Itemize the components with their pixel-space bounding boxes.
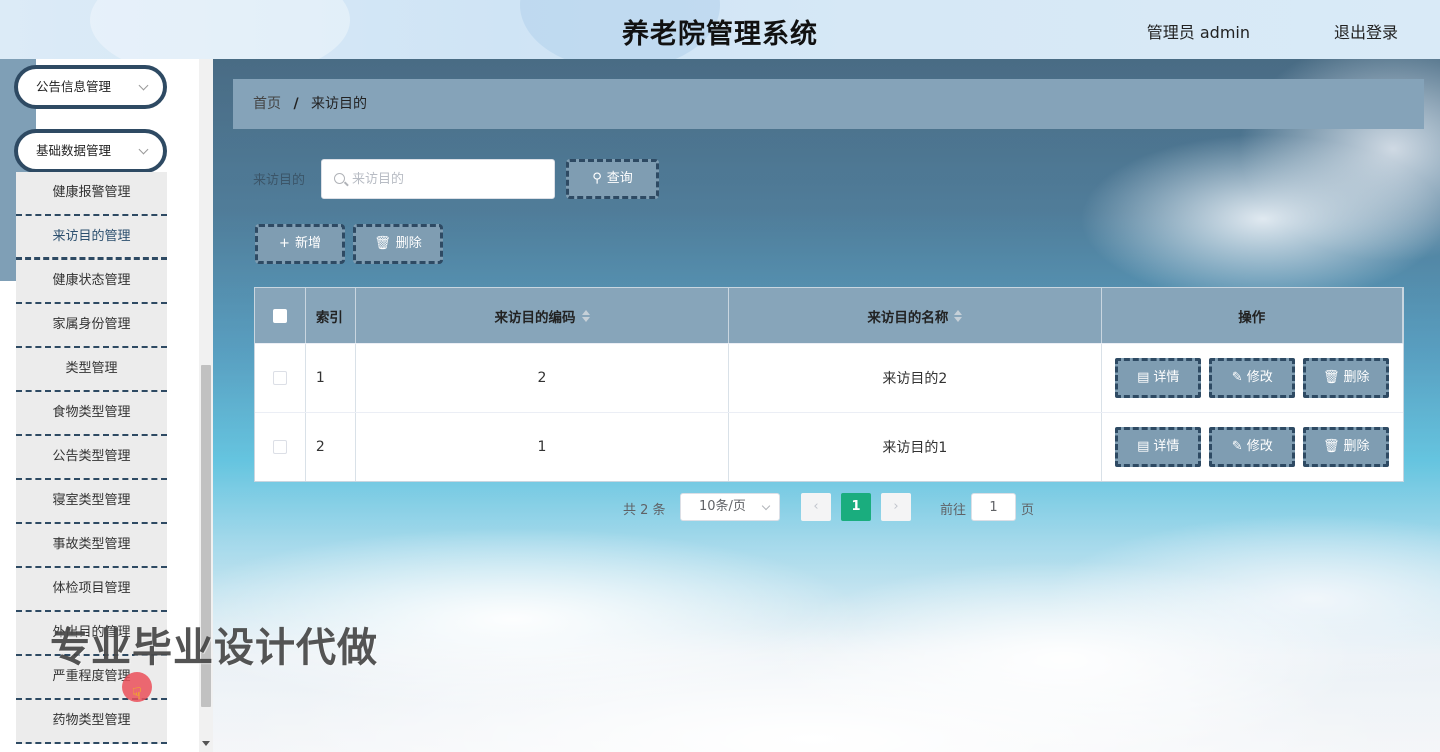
prev-page-button[interactable]: ‹ (801, 493, 831, 521)
breadcrumb-separator: / (293, 96, 299, 112)
query-button[interactable]: ⚲ 查询 (566, 159, 659, 199)
sidebar-item-family-identity[interactable]: 家属身份管理 (16, 304, 167, 348)
search-input[interactable] (352, 160, 552, 198)
batch-delete-button[interactable]: 🗑 删除 (353, 224, 443, 264)
edit-button[interactable]: ✎ 修改 (1209, 427, 1296, 467)
column-header-label: 来访目的名称 (867, 309, 949, 326)
chevron-right-icon: › (893, 499, 899, 514)
pencil-icon: ✎ (1231, 439, 1243, 454)
detail-label: 详情 (1153, 439, 1180, 454)
column-header-name[interactable]: 来访目的名称 (729, 288, 1102, 343)
sort-icon[interactable] (581, 309, 590, 322)
trash-icon: 🗑 (1323, 370, 1340, 385)
detail-label: 详情 (1153, 370, 1180, 385)
table-row: 2 1 来访目的1 ▤ 详情 ✎ 修改 🗑 删除 (255, 412, 1403, 481)
menu-basic-data[interactable]: 基础数据管理 (14, 129, 167, 173)
hand-cursor-icon: ☟ (132, 684, 142, 703)
select-all-checkbox[interactable] (272, 308, 287, 323)
delete-button[interactable]: 🗑 删除 (1303, 427, 1390, 467)
document-icon: ▤ (1137, 370, 1150, 385)
row-checkbox[interactable] (272, 440, 287, 454)
detail-button[interactable]: ▤ 详情 (1115, 358, 1202, 398)
chevron-down-icon (138, 144, 149, 155)
goto-page-input[interactable] (971, 493, 1016, 521)
goto-label: 前往 (940, 503, 967, 518)
sidebar-item-accident-type[interactable]: 事故类型管理 (16, 524, 167, 568)
row-index: 1 (306, 344, 356, 412)
search-icon (334, 173, 345, 184)
row-checkbox-cell (255, 344, 306, 412)
table-header: 索引 来访目的编码 来访目的名称 操作 (255, 288, 1403, 343)
row-code: 2 (356, 344, 730, 412)
sidebar-item-medicine-type[interactable]: 药物类型管理 (16, 700, 167, 744)
pencil-icon: ✎ (1231, 370, 1243, 385)
table-row: 1 2 来访目的2 ▤ 详情 ✎ 修改 🗑 删除 (255, 343, 1403, 412)
detail-button[interactable]: ▤ 详情 (1115, 427, 1202, 467)
column-header-label: 来访目的编码 (494, 309, 576, 326)
row-checkbox-cell (255, 413, 306, 481)
chevron-down-icon (761, 501, 771, 511)
top-header: 养老院管理系统 管理员 admin 退出登录 (0, 0, 1440, 59)
page-suffix-label: 页 (1021, 503, 1035, 518)
query-button-label: 查询 (606, 171, 633, 186)
column-header-actions: 操作 (1102, 288, 1403, 343)
logout-link[interactable]: 退出登录 (1334, 19, 1398, 43)
next-page-button[interactable]: › (881, 493, 911, 521)
edit-label: 修改 (1246, 370, 1273, 385)
row-actions: ▤ 详情 ✎ 修改 🗑 删除 (1102, 344, 1403, 412)
header-checkbox-cell (255, 288, 306, 343)
pagination: 共 2 条 10条/页 ‹ 1 › 前往 页 (213, 493, 1440, 521)
pagination-total: 共 2 条 (623, 503, 666, 518)
sidebar-item-dorm-type[interactable]: 寝室类型管理 (16, 480, 167, 524)
delete-button-label: 删除 (395, 236, 422, 251)
page-number-button[interactable]: 1 (841, 493, 871, 521)
chevron-left-icon: ‹ (813, 499, 819, 514)
sidebar-item-type[interactable]: 类型管理 (16, 348, 167, 392)
search-label: 来访目的 (253, 173, 306, 188)
search-field[interactable] (321, 159, 555, 199)
delete-label: 删除 (1343, 370, 1370, 385)
edit-button[interactable]: ✎ 修改 (1209, 358, 1296, 398)
chevron-down-icon (138, 80, 149, 91)
page-size-value: 10条/页 (699, 499, 746, 514)
edit-label: 修改 (1246, 439, 1273, 454)
visit-purpose-table: 索引 来访目的编码 来访目的名称 操作 1 2 来访目的2 ▤ 详情 ✎ 修改 🗑 删… (254, 287, 1404, 482)
watermark-text: 专业毕业设计代做 (50, 625, 378, 671)
trash-icon: 🗑 (374, 236, 391, 251)
menu-announcement-info[interactable]: 公告信息管理 (14, 65, 167, 109)
current-user-label: 管理员 admin (1146, 23, 1250, 42)
row-index: 2 (306, 413, 356, 481)
menu-label: 公告信息管理 (36, 79, 112, 94)
row-checkbox[interactable] (272, 371, 287, 385)
document-icon: ▤ (1137, 439, 1150, 454)
row-name: 来访目的1 (729, 413, 1102, 481)
page-size-select[interactable]: 10条/页 (680, 493, 780, 521)
sidebar-item-visit-purpose[interactable]: 来访目的管理 (16, 216, 167, 260)
sidebar-item-health-status[interactable]: 健康状态管理 (16, 260, 167, 304)
menu-label: 基础数据管理 (36, 143, 112, 158)
plus-icon: + (279, 236, 290, 251)
sidebar-item-health-alarm[interactable]: 健康报警管理 (16, 172, 167, 216)
row-actions: ▤ 详情 ✎ 修改 🗑 删除 (1102, 413, 1403, 481)
breadcrumb-home[interactable]: 首页 (253, 96, 281, 112)
sidebar-item-checkup-item[interactable]: 体检项目管理 (16, 568, 167, 612)
column-header-code[interactable]: 来访目的编码 (356, 288, 730, 343)
sort-icon[interactable] (954, 309, 963, 322)
sidebar-item-food-type[interactable]: 食物类型管理 (16, 392, 167, 436)
column-header-index: 索引 (306, 288, 356, 343)
search-icon: ⚲ (592, 171, 602, 186)
sidebar-item-announcement-type[interactable]: 公告类型管理 (16, 436, 167, 480)
breadcrumb: 首页 / 来访目的 (233, 79, 1424, 129)
row-code: 1 (356, 413, 730, 481)
delete-button[interactable]: 🗑 删除 (1303, 358, 1390, 398)
breadcrumb-current: 来访目的 (311, 96, 368, 112)
add-button-label: 新增 (294, 236, 321, 251)
scroll-down-arrow-icon[interactable] (202, 741, 210, 746)
delete-label: 删除 (1343, 439, 1370, 454)
trash-icon: 🗑 (1323, 439, 1340, 454)
add-button[interactable]: + 新增 (255, 224, 345, 264)
main-content: 首页 / 来访目的 来访目的 ⚲查询 +新增 🗑删除 索引 来访目的编码 来访目… (213, 59, 1440, 752)
row-name: 来访目的2 (729, 344, 1102, 412)
